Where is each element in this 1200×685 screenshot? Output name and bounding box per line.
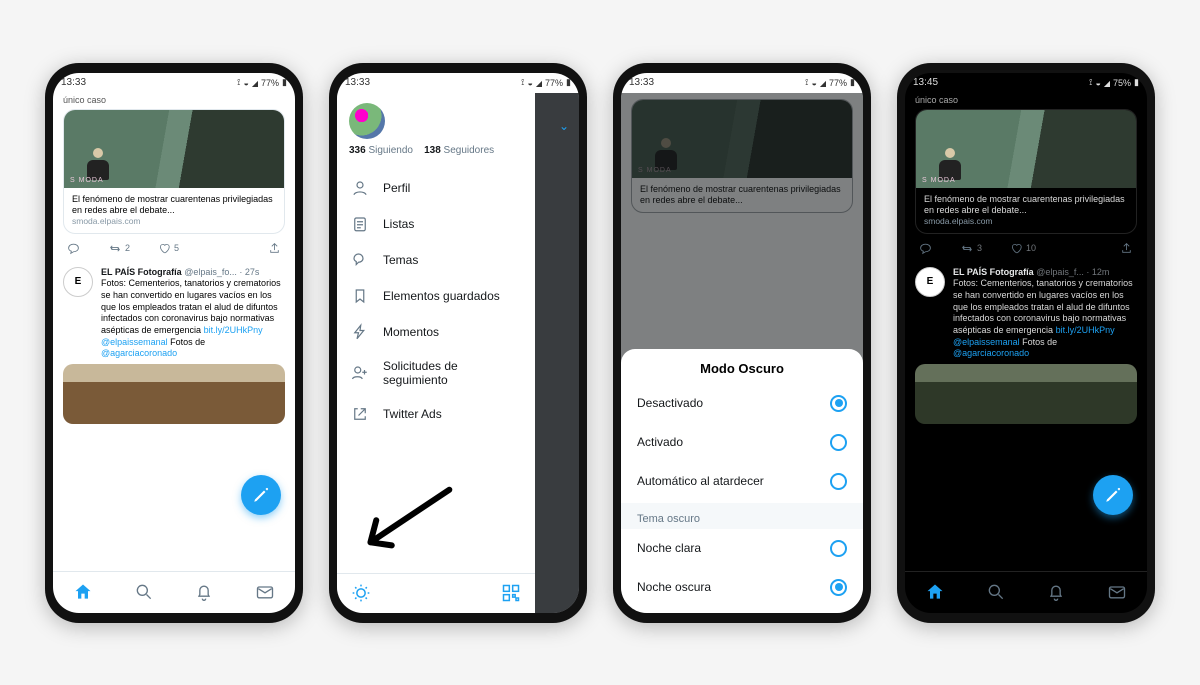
mention[interactable]: @elpaissemanal [101, 337, 168, 347]
radio-icon [830, 434, 847, 451]
tweet-link[interactable]: bit.ly/2UHkPny [1056, 325, 1115, 335]
share-icon[interactable] [268, 242, 281, 255]
drawer-item-bookmarks[interactable]: Elementos guardados [337, 278, 535, 314]
tweet-actions: 3 10 [905, 240, 1147, 261]
radio-icon [830, 540, 847, 557]
status-bar: 13:33 ⟟ ◒ 77% ▮ [53, 73, 295, 93]
drawer-item-ads[interactable]: Twitter Ads [337, 396, 535, 432]
card-image: S MODA [64, 110, 284, 188]
status-icons: ⟟ ◒ 77% ▮ [237, 77, 287, 88]
search-tab[interactable] [134, 582, 154, 602]
bottom-nav [53, 571, 295, 613]
notifications-tab[interactable] [1046, 582, 1066, 602]
dark-mode-sheet: Modo Oscuro Desactivado Activado Automát… [621, 349, 863, 613]
radio-selected-icon [830, 579, 847, 596]
status-bar: 13:33 ⟟◒77%▮ [337, 73, 579, 93]
option-auto[interactable]: Automático al atardecer [621, 462, 863, 501]
card-image: S MODA [916, 110, 1136, 188]
messages-tab[interactable] [255, 582, 275, 602]
option-on[interactable]: Activado [621, 423, 863, 462]
battery-icon: ▮ [282, 77, 287, 88]
mention[interactable]: @agarciacoronado [953, 348, 1029, 358]
tweet-image[interactable] [915, 364, 1137, 424]
account-switcher-chevron-icon[interactable]: ⌄ [559, 119, 569, 133]
tweet-header: EL PAÍS Fotografía @elpais_f... · 12m [953, 267, 1137, 279]
drawer-item-lists[interactable]: Listas [337, 206, 535, 242]
truncated-text: único caso [905, 93, 1147, 109]
drawer-item-follow-requests[interactable]: Solicitudes de seguimiento [337, 350, 535, 396]
phone-dark-feed: 13:45 ⟟◒75%▮ único caso S MODA El fenóme… [897, 63, 1155, 623]
like-button[interactable]: 10 [1010, 242, 1036, 255]
like-button[interactable]: 5 [158, 242, 179, 255]
external-icon [351, 405, 369, 423]
person-add-icon [351, 364, 369, 382]
truncated-text: único caso [53, 93, 295, 109]
messages-tab[interactable] [1107, 582, 1127, 602]
drawer-item-profile[interactable]: Perfil [337, 170, 535, 206]
tweet-header: EL PAÍS Fotografía @elpais_fo... · 27s [101, 267, 285, 279]
link-card[interactable]: S MODA El fenómeno de mostrar cuarentena… [63, 109, 285, 234]
avatar[interactable]: E [915, 267, 945, 297]
moments-icon [351, 323, 369, 341]
person-icon [351, 179, 369, 197]
home-tab[interactable] [73, 582, 93, 602]
notifications-tab[interactable] [194, 582, 214, 602]
theme-lights-out[interactable]: Noche oscura [621, 568, 863, 607]
status-bar: 13:33 ⟟◒77%▮ [621, 73, 863, 93]
nfc-icon: ⟟ [237, 77, 240, 88]
link-card[interactable]: S MODA El fenómeno de mostrar cuarentena… [915, 109, 1137, 234]
sheet-subheader: Tema oscuro [621, 503, 863, 529]
status-bar: 13:45 ⟟◒75%▮ [905, 73, 1147, 93]
share-icon[interactable] [1120, 242, 1133, 255]
bottom-nav [905, 571, 1147, 613]
theme-toggle-icon[interactable] [351, 583, 371, 603]
card-headline: El fenómeno de mostrar cuarentenas privi… [924, 194, 1128, 217]
drawer-item-topics[interactable]: Temas [337, 242, 535, 278]
profile-avatar[interactable] [349, 103, 385, 139]
tweet-actions: 2 5 [53, 240, 295, 261]
option-off[interactable]: Desactivado [621, 384, 863, 423]
feed[interactable]: único caso S MODA El fenómeno de mostrar… [53, 93, 295, 571]
phone-light-feed: 13:33 ⟟ ◒ 77% ▮ único caso S MODA El fen… [45, 63, 303, 623]
battery-percent: 77% [261, 78, 279, 88]
drawer-side-dim[interactable] [535, 93, 579, 613]
avatar[interactable]: E [63, 267, 93, 297]
feed[interactable]: único caso S MODA El fenómeno de mostrar… [905, 93, 1147, 571]
card-tag: S MODA [70, 177, 104, 184]
wifi-icon: ◒ [243, 78, 248, 88]
phone-drawer: 13:33 ⟟◒77%▮ ⌄ 336 Siguiendo 138 Seguido… [329, 63, 587, 623]
sheet-title: Modo Oscuro [621, 361, 863, 376]
phone-dark-mode-sheet: 13:33 ⟟◒77%▮ S MODAEl fenómeno de mostra… [613, 63, 871, 623]
card-headline: El fenómeno de mostrar cuarentenas privi… [72, 194, 276, 217]
retweet-button[interactable]: 2 [108, 242, 130, 255]
compose-fab[interactable] [1093, 475, 1133, 515]
reply-icon[interactable] [67, 242, 80, 255]
tweet[interactable]: E EL PAÍS Fotografía @elpais_fo... · 27s… [53, 261, 295, 361]
radio-selected-icon [830, 395, 847, 412]
bookmark-icon [351, 287, 369, 305]
card-source: smoda.elpais.com [72, 216, 276, 227]
drawer-item-moments[interactable]: Momentos [337, 314, 535, 350]
qr-icon[interactable] [501, 583, 521, 603]
follow-counts: 336 Siguiendo 138 Seguidores [337, 145, 535, 166]
signal-icon [252, 78, 258, 88]
card-source: smoda.elpais.com [924, 216, 1128, 227]
mention[interactable]: @elpaissemanal [953, 337, 1020, 347]
reply-icon[interactable] [919, 242, 932, 255]
tweet-link[interactable]: bit.ly/2UHkPny [204, 325, 263, 335]
search-tab[interactable] [986, 582, 1006, 602]
home-tab[interactable] [925, 582, 945, 602]
tweet[interactable]: E EL PAÍS Fotografía @elpais_f... · 12m … [905, 261, 1147, 361]
compose-fab[interactable] [241, 475, 281, 515]
list-icon [351, 215, 369, 233]
radio-icon [830, 473, 847, 490]
status-time: 13:33 [61, 77, 86, 88]
topic-icon [351, 251, 369, 269]
retweet-button[interactable]: 3 [960, 242, 982, 255]
mention[interactable]: @agarciacoronado [101, 348, 177, 358]
tweet-image[interactable] [63, 364, 285, 424]
theme-dim[interactable]: Noche clara [621, 529, 863, 568]
